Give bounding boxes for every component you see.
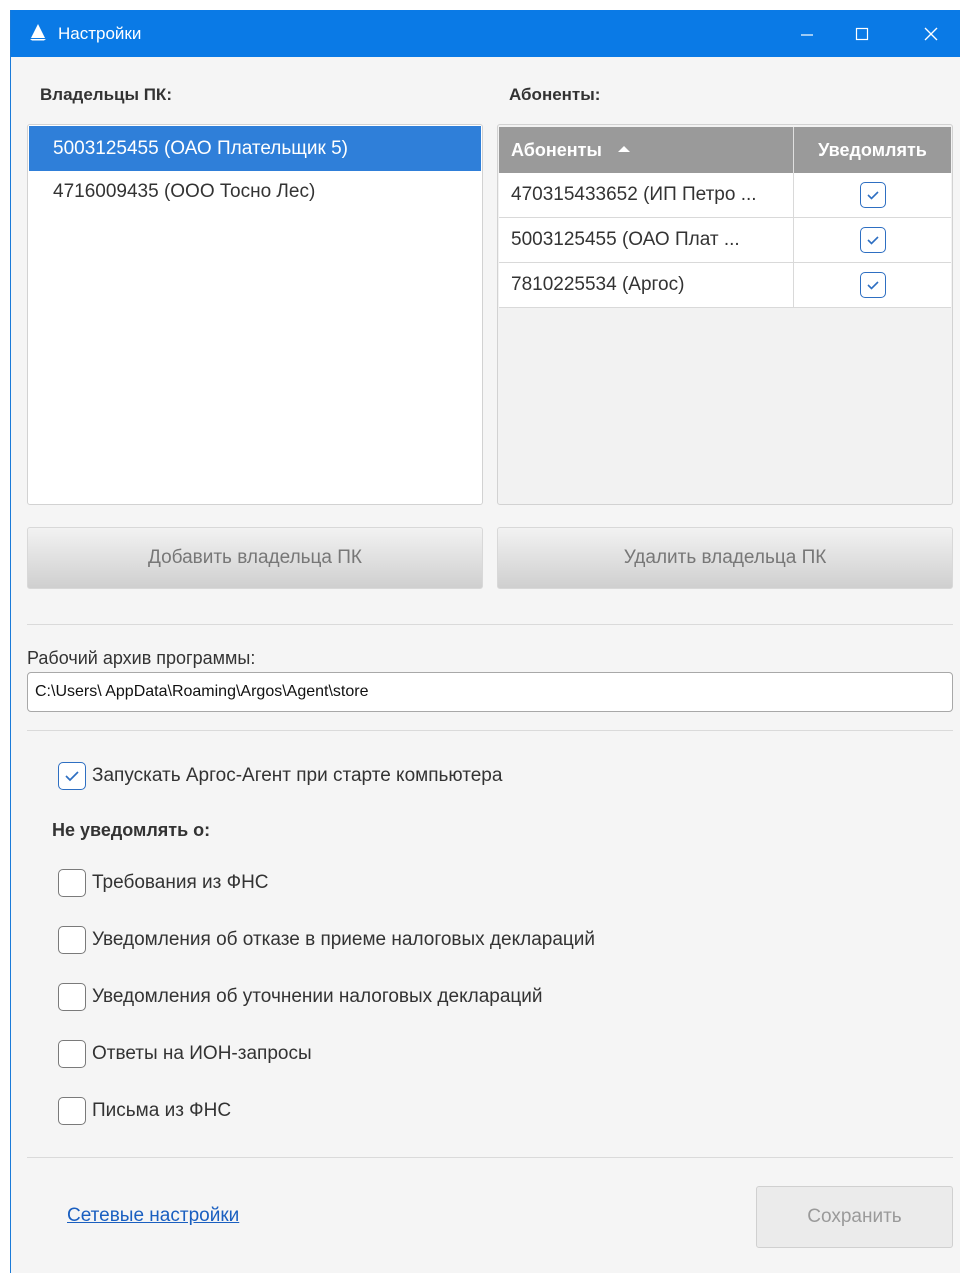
subscriber-name: 470315433652 (ИП Петро ... — [499, 173, 794, 218]
option-checkbox[interactable] — [58, 1040, 86, 1068]
option-label: Уведомления об отказе в приеме налоговых… — [92, 929, 596, 950]
close-button[interactable] — [900, 10, 960, 57]
close-icon — [924, 27, 938, 40]
no-notify-option[interactable]: Письма из ФНС — [58, 1097, 231, 1125]
title-bar[interactable]: Настройки — [11, 10, 960, 57]
owner-item-selected[interactable]: 5003125455 (ОАО Плательщик 5) — [29, 126, 481, 171]
archive-label: Рабочий архив программы: — [27, 648, 256, 668]
divider — [27, 624, 953, 625]
sail-logo-icon — [29, 23, 47, 46]
save-button[interactable]: Сохранить — [756, 1186, 953, 1248]
option-label: Уведомления об уточнении налоговых декла… — [92, 986, 543, 1007]
autostart-checkbox[interactable] — [58, 762, 86, 790]
option-label: Требования из ФНС — [92, 872, 269, 893]
notify-checkbox[interactable] — [859, 182, 886, 208]
table-row[interactable]: 470315433652 (ИП Петро ... — [499, 173, 951, 218]
option-label: Ответы на ИОН-запросы — [92, 1043, 312, 1064]
subscribers-label: Абоненты: — [509, 85, 601, 104]
minimize-button[interactable] — [776, 10, 838, 57]
option-checkbox[interactable] — [58, 926, 86, 954]
add-owner-button[interactable]: Добавить владельца ПК — [27, 527, 483, 589]
option-checkbox[interactable] — [58, 1097, 86, 1125]
no-notify-option[interactable]: Уведомления об уточнении налоговых декла… — [58, 983, 543, 1011]
column-header-notify[interactable]: Уведомлять — [793, 127, 951, 173]
checkmark-icon — [866, 191, 879, 200]
autostart-option[interactable]: Запускать Аргос-Агент при старте компьют… — [58, 762, 502, 790]
archive-path-input[interactable] — [27, 672, 953, 712]
divider — [27, 1157, 953, 1158]
table-row[interactable]: 7810225534 (Аргос) — [499, 262, 951, 308]
no-notify-option[interactable]: Ответы на ИОН-запросы — [58, 1040, 312, 1068]
sort-ascending-icon — [617, 145, 630, 152]
no-notify-option[interactable]: Уведомления об отказе в приеме налоговых… — [58, 926, 595, 954]
window-title: Настройки — [58, 24, 142, 43]
divider — [27, 730, 953, 731]
checkmark-icon — [65, 771, 79, 782]
option-label: Письма из ФНС — [92, 1100, 232, 1121]
subscribers-panel: Абоненты Уведомлять 470315433652 (ИП Пет… — [497, 124, 953, 505]
subscriber-name: 5003125455 (ОАО Плат ... — [499, 217, 794, 263]
checkmark-icon — [866, 281, 879, 290]
owners-list[interactable]: 5003125455 (ОАО Плательщик 5) 4716009435… — [27, 124, 483, 505]
maximize-icon — [855, 27, 869, 40]
minimize-icon — [801, 33, 813, 36]
autostart-label: Запускать Аргос-Агент при старте компьют… — [92, 765, 503, 786]
notify-checkbox[interactable] — [859, 227, 886, 253]
option-checkbox[interactable] — [58, 869, 86, 897]
settings-window: Настройки Владельцы ПК: Абоненты: 500312… — [10, 10, 960, 1273]
remove-owner-button[interactable]: Удалить владельца ПК — [497, 527, 953, 589]
no-notify-title: Не уведомлять о: — [52, 820, 211, 840]
table-row[interactable]: 5003125455 (ОАО Плат ... — [499, 217, 951, 263]
network-settings-link[interactable]: Сетевые настройки — [67, 1205, 239, 1227]
column-header-subscribers[interactable]: Абоненты — [499, 127, 794, 173]
no-notify-option[interactable]: Требования из ФНС — [58, 869, 269, 897]
notify-checkbox[interactable] — [859, 272, 886, 298]
subscribers-table: Абоненты Уведомлять 470315433652 (ИП Пет… — [499, 127, 951, 308]
owners-label: Владельцы ПК: — [40, 85, 172, 104]
option-checkbox[interactable] — [58, 983, 86, 1011]
checkmark-icon — [866, 236, 879, 245]
owner-item[interactable]: 4716009435 (ООО Тосно Лес) — [29, 171, 481, 212]
maximize-button[interactable] — [831, 10, 893, 57]
subscriber-name: 7810225534 (Аргос) — [499, 262, 794, 308]
